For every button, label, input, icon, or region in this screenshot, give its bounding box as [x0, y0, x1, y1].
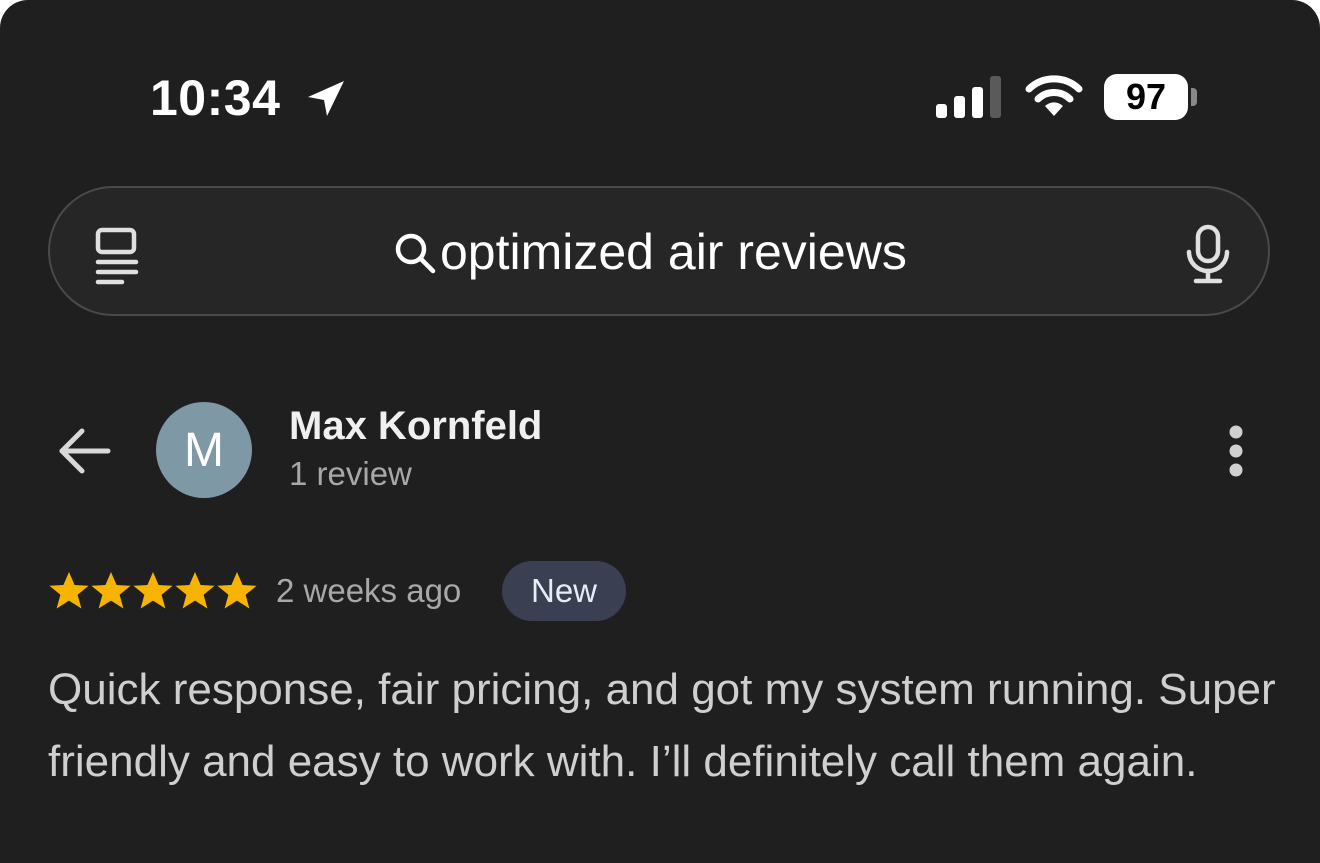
menu-icon[interactable]: [92, 226, 144, 286]
cellular-signal-icon: [936, 76, 1001, 118]
star-icon: [217, 572, 257, 609]
star-icon: [49, 572, 89, 609]
app-screen: 10:34 97 optimized air reviews M Max Kor…: [0, 0, 1320, 863]
star-rating: [48, 570, 258, 612]
avatar[interactable]: M: [156, 402, 252, 498]
battery-level: 97: [1125, 76, 1167, 117]
review-text: Quick response, fair pricing, and got my…: [48, 665, 1276, 786]
new-badge: New: [502, 561, 626, 621]
more-options-icon[interactable]: [1218, 422, 1254, 482]
review-count: 1 review: [289, 455, 412, 492]
back-arrow-icon[interactable]: [58, 426, 112, 476]
search-query[interactable]: optimized air reviews: [440, 222, 907, 282]
star-icon: [91, 572, 131, 609]
status-time: 10:34: [150, 70, 281, 126]
battery-indicator: 97: [1104, 74, 1188, 120]
battery-cap: [1191, 88, 1197, 106]
review-time-ago: 2 weeks ago: [276, 572, 462, 609]
search-bar[interactable]: optimized air reviews: [48, 186, 1270, 316]
star-icon: [133, 572, 173, 609]
avatar-initial: M: [184, 423, 224, 477]
location-arrow-icon: [308, 81, 344, 116]
reviewer-name[interactable]: Max Kornfeld: [289, 404, 542, 449]
new-badge-label: New: [530, 572, 598, 609]
microphone-icon[interactable]: [1184, 224, 1232, 284]
star-icon: [175, 572, 215, 609]
wifi-icon: [1025, 75, 1083, 116]
search-icon: [395, 233, 436, 274]
